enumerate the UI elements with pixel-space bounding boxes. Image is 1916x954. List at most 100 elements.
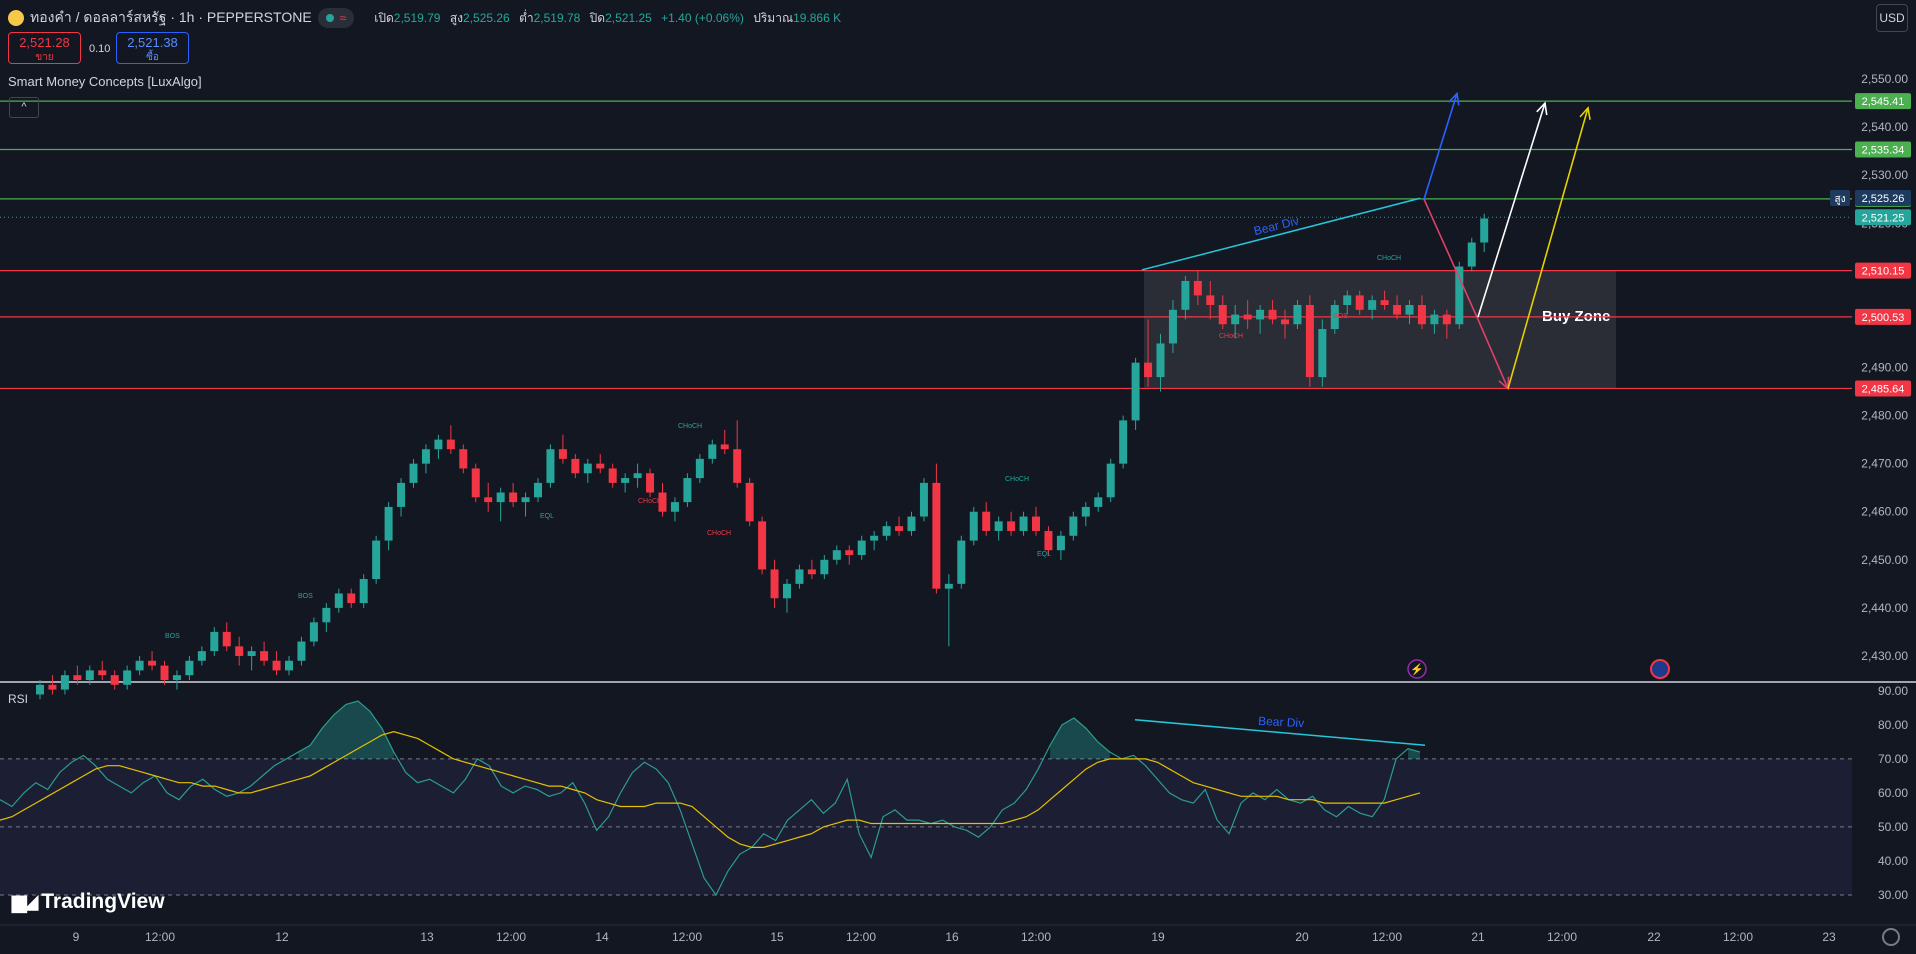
candle-body[interactable] [359,579,368,604]
candle-body[interactable] [919,482,928,517]
candle-body[interactable] [98,670,107,676]
market-status[interactable]: ≈ [317,8,355,28]
candle-body[interactable] [1144,362,1153,378]
candle-body[interactable] [197,651,206,661]
candle-body[interactable] [1156,343,1165,378]
candle-body[interactable] [1430,314,1439,325]
candle-body[interactable] [110,675,119,685]
candle-body[interactable] [957,540,966,584]
candle-body[interactable] [446,439,455,450]
candle-body[interactable] [172,675,181,680]
candle-body[interactable] [1355,295,1364,310]
candle-body[interactable] [1019,516,1028,531]
candle-body[interactable] [1032,516,1040,531]
candle-body[interactable] [683,478,692,503]
candle-body[interactable] [870,535,879,541]
candle-body[interactable] [1119,420,1128,464]
candle-body[interactable] [347,593,356,604]
candle-body[interactable] [1206,295,1215,305]
candle-body[interactable] [1007,521,1016,531]
candle-body[interactable] [160,665,169,680]
candle-body[interactable] [783,583,791,599]
candle-body[interactable] [471,468,480,498]
candle-body[interactable] [770,569,779,599]
settings-icon[interactable] [1882,928,1900,946]
candle-body[interactable] [1081,506,1090,517]
candle-body[interactable] [210,631,219,652]
candle-body[interactable] [334,593,343,608]
candle-body[interactable] [297,641,306,661]
candle-body[interactable] [1293,305,1302,325]
candle-body[interactable] [982,511,991,531]
candle-body[interactable] [1193,280,1202,296]
candle-body[interactable] [720,444,729,450]
candle-body[interactable] [521,497,530,503]
candle-body[interactable] [48,684,57,690]
candle-body[interactable] [123,670,132,685]
candle-body[interactable] [135,660,144,671]
candle-body[interactable] [148,660,157,666]
candle-body[interactable] [1455,266,1464,325]
candle-body[interactable] [1256,309,1265,320]
candle-body[interactable] [845,550,854,555]
arrow-blue-projection[interactable] [1423,93,1458,200]
us-flag-event-icon[interactable] [1650,659,1670,679]
candle-body[interactable] [1442,314,1451,325]
candle-body[interactable] [247,651,256,656]
buy-button[interactable]: 2,521.38 ซื้อ [116,32,189,64]
candle-body[interactable] [496,492,505,503]
candle-body[interactable] [1094,497,1103,507]
candle-body[interactable] [832,550,841,560]
candle-body[interactable] [1069,516,1078,536]
candle-body[interactable] [1268,309,1277,320]
candle-body[interactable] [646,473,655,493]
candle-body[interactable] [820,559,829,575]
candle-body[interactable] [322,607,331,623]
candle-body[interactable] [695,458,704,479]
candle-body[interactable] [534,482,542,498]
candle-body[interactable] [807,569,816,575]
candle-body[interactable] [745,482,754,522]
candle-body[interactable] [459,449,468,469]
candle-body[interactable] [509,492,518,503]
currency-selector[interactable]: USD [1876,4,1908,32]
candle-body[interactable] [733,449,742,483]
buy-zone-box[interactable] [1144,270,1616,389]
candle-body[interactable] [1318,329,1327,378]
candle-body[interactable] [621,478,630,483]
candle-body[interactable] [260,651,269,661]
sell-button[interactable]: 2,521.28 ขาย [8,32,81,64]
candle-body[interactable] [608,468,617,483]
candle-body[interactable] [235,646,244,656]
candle-body[interactable] [421,449,430,464]
candle-body[interactable] [384,506,393,541]
candle-body[interactable] [272,660,281,671]
candle-body[interactable] [932,482,941,589]
candle-body[interactable] [583,463,592,474]
candle-body[interactable] [795,569,804,584]
candle-body[interactable] [73,675,82,680]
candle-body[interactable] [895,526,904,531]
candle-body[interactable] [1131,362,1140,421]
candle-body[interactable] [1056,535,1065,551]
candle-body[interactable] [1417,305,1426,325]
candle-body[interactable] [434,439,443,450]
candle-body[interactable] [758,521,767,570]
rsi-pane-title[interactable]: RSI [8,692,28,706]
collapse-indicators-button[interactable]: ^ [9,97,39,118]
candle-body[interactable] [1281,319,1289,325]
candle-body[interactable] [309,622,318,642]
candle-body[interactable] [85,670,94,680]
candle-body[interactable] [1044,530,1053,551]
candle-body[interactable] [185,660,194,676]
symbol-header[interactable]: ทองคำ / ดอลลาร์สหรัฐ · 1h · PEPPERSTONE … [8,7,847,29]
candle-body[interactable] [1243,314,1252,320]
candle-body[interactable] [670,502,679,512]
candle-body[interactable] [1181,280,1190,310]
candle-body[interactable] [633,473,642,479]
candle-body[interactable] [1231,314,1240,325]
candle-body[interactable] [596,463,605,469]
candle-body[interactable] [1405,305,1414,315]
candle-body[interactable] [1305,305,1314,378]
candle-body[interactable] [558,449,567,459]
